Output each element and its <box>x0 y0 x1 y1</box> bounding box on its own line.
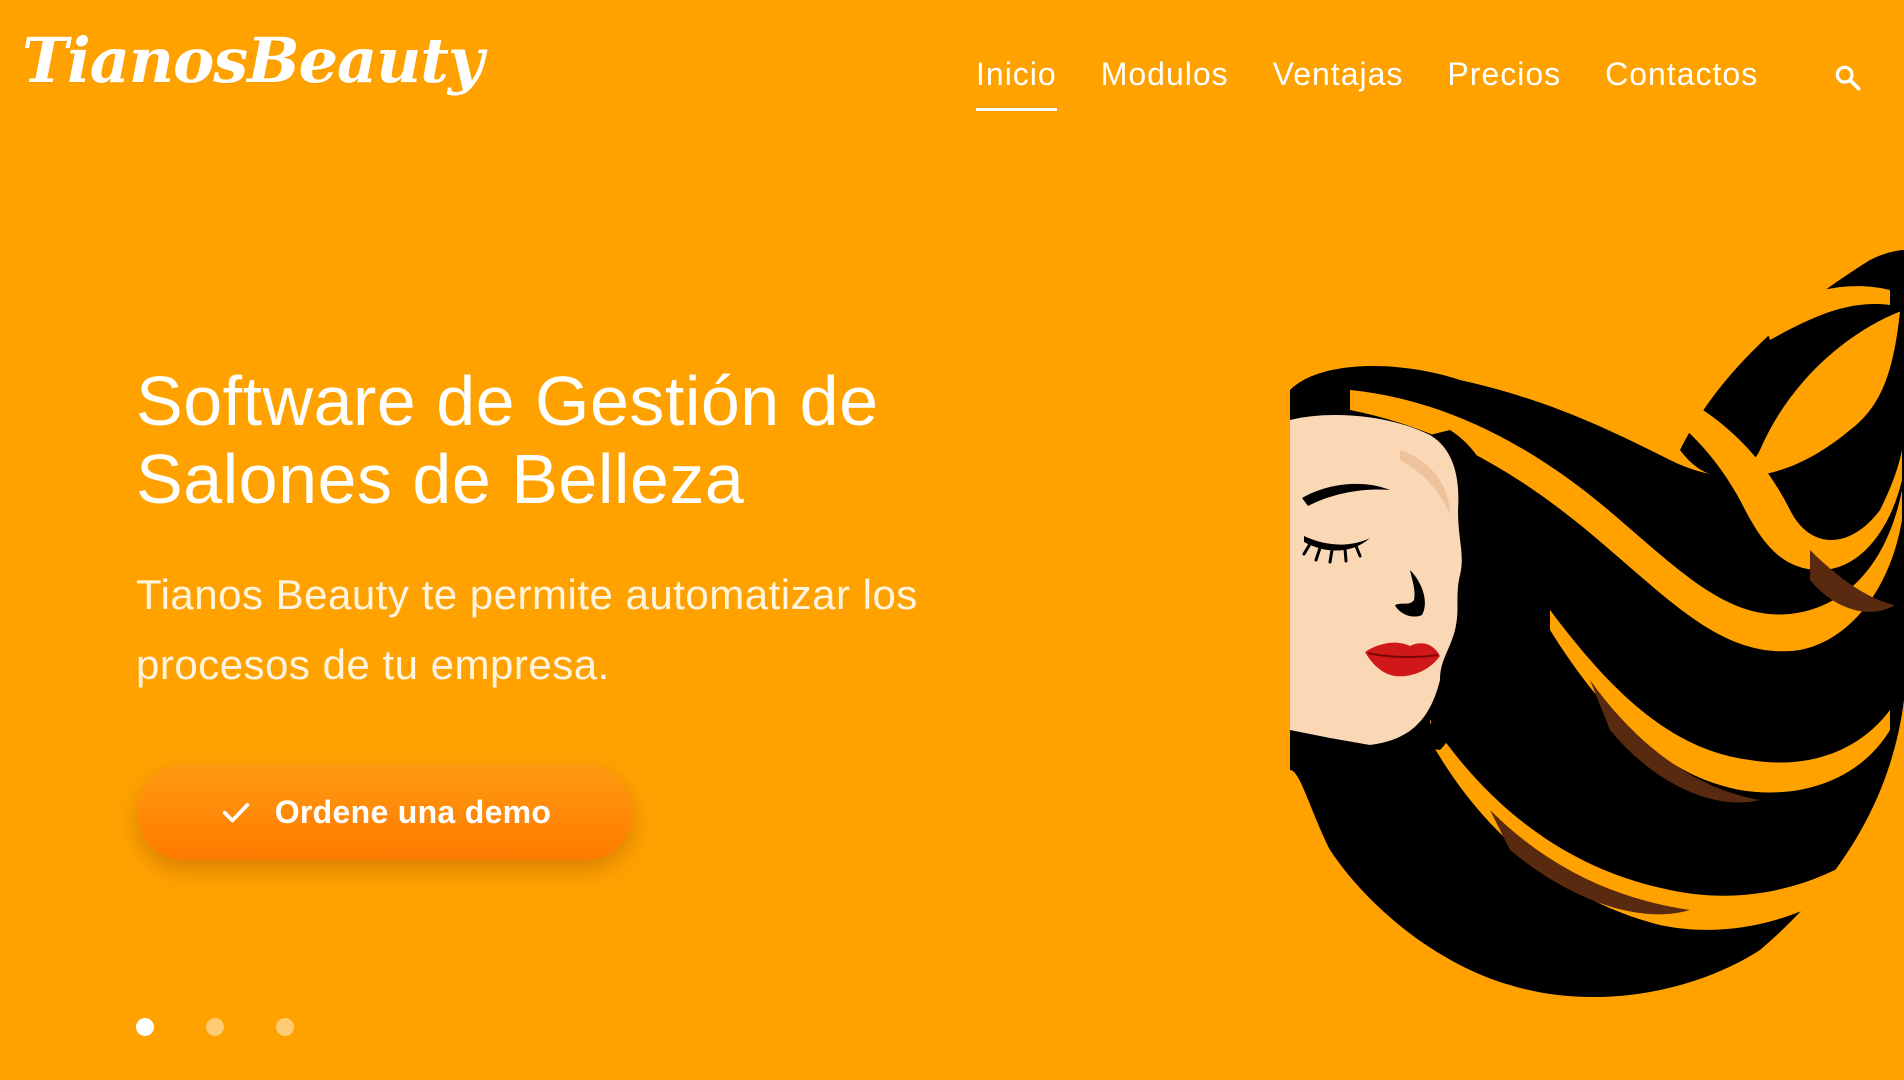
hero-subtitle-line-1: Tianos Beauty te permite automatizar los <box>136 571 918 618</box>
hero-subtitle: Tianos Beauty te permite automatizar los… <box>136 560 1016 700</box>
hero-title-line-2: Salones de Belleza <box>136 440 745 518</box>
main-nav: Inicio Modulos Ventajas Precios Contacto… <box>976 56 1758 111</box>
woman-hair-illustration <box>1290 250 1904 1000</box>
slider-dot-3[interactable] <box>276 1018 294 1036</box>
site-header: TianosBeauty Inicio Modulos Ventajas Pre… <box>0 0 1904 140</box>
order-demo-label: Ordene una demo <box>274 793 552 830</box>
nav-item-precios[interactable]: Precios <box>1447 56 1561 111</box>
nav-item-contactos[interactable]: Contactos <box>1605 56 1758 111</box>
hero-title: Software de Gestión de Salones de Bellez… <box>136 362 1036 518</box>
hero-subtitle-line-2: procesos de tu empresa. <box>136 641 610 688</box>
slider-dots <box>136 1018 294 1036</box>
hero-title-line-1: Software de Gestión de <box>136 362 879 440</box>
nav-item-ventajas[interactable]: Ventajas <box>1273 56 1404 111</box>
search-icon[interactable] <box>1832 62 1864 94</box>
brand-logo[interactable]: TianosBeauty <box>22 30 484 92</box>
nav-item-inicio[interactable]: Inicio <box>976 56 1057 111</box>
landing-page: TianosBeauty Inicio Modulos Ventajas Pre… <box>0 0 1904 1080</box>
check-icon <box>219 795 253 829</box>
slider-dot-2[interactable] <box>206 1018 224 1036</box>
order-demo-button[interactable]: Ordene una demo <box>137 764 633 860</box>
slider-dot-1[interactable] <box>136 1018 154 1036</box>
nav-item-modulos[interactable]: Modulos <box>1101 56 1229 111</box>
